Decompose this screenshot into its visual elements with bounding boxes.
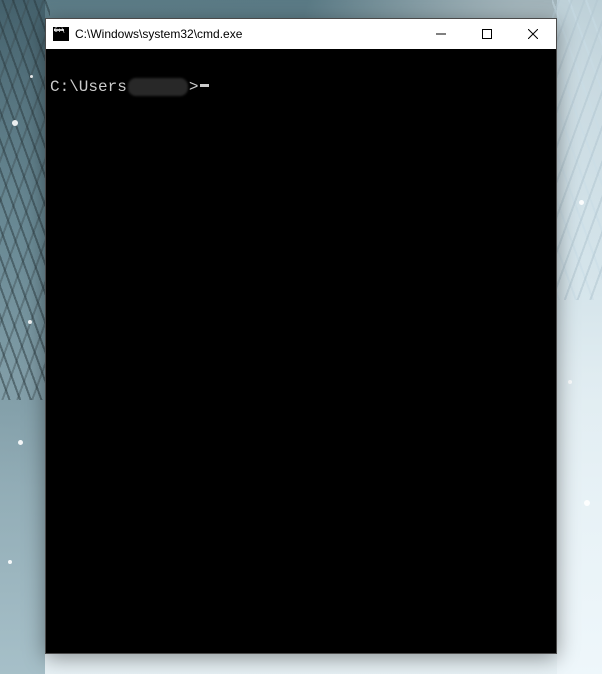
prompt-line: C:\Users > [50, 77, 552, 98]
cmd-window: C:\Windows\system32\cmd.exe C:\Us [45, 18, 557, 654]
prompt-suffix: > [189, 77, 199, 98]
close-button[interactable] [510, 19, 556, 49]
cmd-icon [53, 27, 69, 41]
window-title: C:\Windows\system32\cmd.exe [75, 27, 418, 41]
maximize-button[interactable] [464, 19, 510, 49]
terminal-area[interactable]: C:\Users > [46, 49, 556, 653]
prompt-prefix: C:\Users [50, 77, 127, 98]
maximize-icon [482, 29, 492, 39]
window-controls [418, 19, 556, 49]
minimize-button[interactable] [418, 19, 464, 49]
cursor [200, 84, 209, 87]
close-icon [528, 29, 538, 39]
minimize-icon [436, 29, 446, 39]
redacted-username [128, 78, 188, 96]
titlebar[interactable]: C:\Windows\system32\cmd.exe [46, 19, 556, 49]
